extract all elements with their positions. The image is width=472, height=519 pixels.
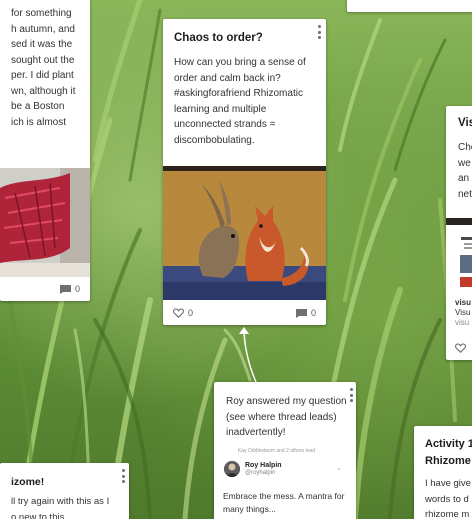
hare-fox-painting-image[interactable]: [163, 166, 326, 300]
card-body: Roy answered my question (see where thre…: [226, 396, 347, 438]
link-preview-text[interactable]: visu Visu visu: [455, 298, 471, 328]
heart-icon: [455, 343, 466, 353]
comment-count: 0: [310, 308, 316, 318]
text-line: rhizome m: [425, 509, 470, 519]
card-body: Che we an net: [458, 140, 472, 202]
comment-meta[interactable]: 0: [59, 284, 80, 294]
like-meta[interactable]: [455, 343, 466, 353]
card-title: izome!: [11, 476, 45, 488]
link-preview-divider: [446, 218, 472, 225]
title-line: Activity 1: [425, 438, 472, 450]
link-title: visu: [455, 298, 472, 307]
avatar[interactable]: [224, 461, 240, 477]
card-title: Activity 1 Rhizome: [425, 436, 472, 470]
tweet-author-handle: @royhalpin: [245, 470, 276, 476]
card-left-partial[interactable]: for something h autumn, and sed it was t…: [0, 0, 90, 301]
text-line: for something: [11, 8, 72, 19]
card-body: ll try again with this as I o new to thi…: [11, 494, 129, 519]
like-meta[interactable]: 0: [173, 308, 193, 318]
connector-arrow: [239, 327, 257, 383]
link-description: Visu: [455, 308, 471, 317]
tweet-author-name: Roy Halpin: [245, 462, 282, 469]
card-body: How can you bring a sense of order and c…: [174, 57, 306, 146]
card-left-text: for something h autumn, and sed it was t…: [11, 6, 90, 130]
card-left-image[interactable]: [0, 168, 90, 277]
comment-icon: [59, 284, 71, 294]
card-activity-rhizome[interactable]: Activity 1 Rhizome I have give words to …: [414, 426, 472, 519]
text-line: h autumn, and: [11, 23, 75, 35]
card-left-footer: 0: [0, 277, 90, 301]
title-line: Rhizome: [425, 455, 471, 467]
text-line: sought out the: [11, 54, 75, 66]
card-left-bottom[interactable]: izome! ll try again with this as I o new…: [0, 463, 129, 519]
text-line: wn, although it: [11, 85, 76, 97]
card-title: Chaos to order?: [174, 32, 263, 44]
comment-meta[interactable]: 0: [295, 308, 316, 318]
heart-icon: [173, 308, 184, 318]
card-body: I have give words to d rhizome m: [425, 476, 471, 519]
tweet-context: Kay Oddlestaum and 2 others lead: [238, 448, 315, 454]
tweet-text: Embrace the mess. A mantra for many thin…: [223, 491, 345, 514]
card-roy-answered[interactable]: Roy answered my question (see where thre…: [214, 382, 356, 519]
text-line: words to d: [425, 493, 469, 505]
link-preview-thumbnail[interactable]: [446, 225, 472, 296]
comment-count: 0: [74, 284, 80, 294]
text-line: ll try again with this as I: [11, 496, 110, 507]
card-footer: [446, 336, 472, 360]
text-line: be a Boston: [11, 101, 65, 112]
text-line: I have give: [425, 478, 471, 489]
more-options-icon[interactable]: [121, 469, 125, 483]
like-count: 0: [188, 308, 194, 318]
card-top-partial[interactable]: [347, 0, 472, 12]
text-line: sed it was the: [11, 39, 73, 50]
link-url: visu: [455, 318, 470, 327]
text-line: we: [458, 157, 471, 169]
text-line: ich is almost: [11, 116, 67, 128]
card-footer: 0 0: [163, 301, 326, 325]
card-title: Visu: [458, 117, 472, 129]
card-right-partial[interactable]: Visu Che we an net visu Visu visu: [446, 106, 472, 360]
card-chaos-to-order[interactable]: Chaos to order? How can you bring a sens…: [163, 19, 326, 325]
text-line: Che: [458, 142, 472, 153]
text-line: an: [458, 173, 470, 184]
text-line: o new to this: [11, 511, 65, 519]
text-line: net: [458, 188, 472, 200]
comment-icon: [295, 308, 307, 318]
text-line: per. I did plant: [11, 70, 74, 81]
more-options-icon[interactable]: [317, 25, 321, 39]
chevron-down-icon[interactable]: ⌄: [336, 464, 342, 472]
tweet-embed[interactable]: Kay Oddlestaum and 2 others lead Roy Hal…: [220, 448, 350, 519]
